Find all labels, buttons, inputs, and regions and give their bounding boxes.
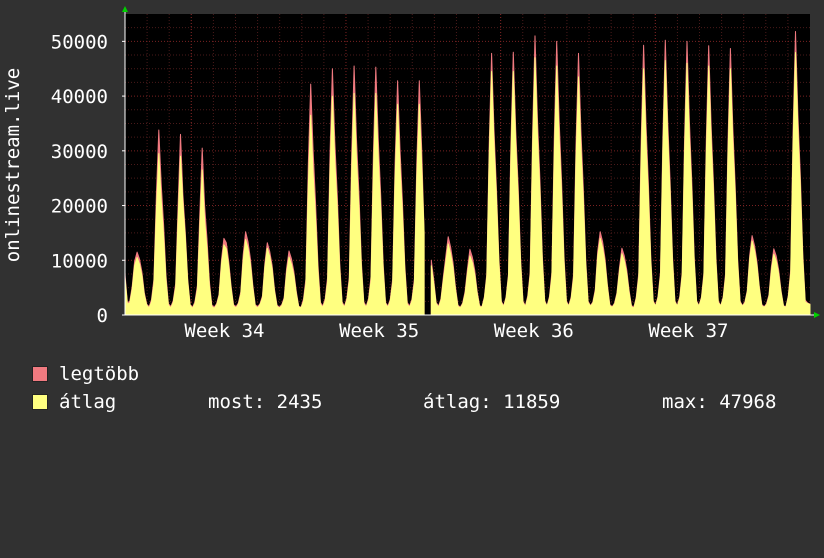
x-tick-labels: Week 34 Week 35 Week 36 Week 37 [184, 320, 728, 342]
x-tick-label: Week 34 [184, 320, 264, 342]
x-tick-label: Week 37 [648, 320, 728, 342]
y-tick-label: 10000 [51, 250, 108, 272]
y-tick-label: 50000 [51, 31, 108, 53]
y-axis-label: onlinestream.live [2, 68, 24, 262]
stat-now: most: 2435 [208, 391, 323, 413]
legend-swatch-max [32, 366, 48, 382]
x-axis-arrow [814, 312, 820, 318]
legend-label-avg: átlag [59, 391, 117, 413]
legend-item-max: legtöbb [32, 362, 192, 386]
x-tick-label: Week 35 [339, 320, 419, 342]
y-tick-label: 0 [97, 305, 108, 327]
legend-item-avg: átlag most: 2435 átlag: 11859 max: 47968 [32, 390, 802, 414]
stat-maximum: max: 47968 [662, 391, 777, 413]
y-tick-label: 30000 [51, 141, 108, 163]
y-tick-label: 20000 [51, 196, 108, 218]
x-tick-label: Week 36 [494, 320, 574, 342]
chart-image: 0 10000 20000 30000 40000 50000 Week 34 Week 3… [0, 0, 824, 430]
legend-label-max: legtöbb [59, 363, 140, 385]
y-tick-label: 40000 [51, 86, 108, 108]
legend-swatch-avg [32, 394, 48, 410]
stat-average: átlag: 11859 [423, 391, 561, 413]
y-axis-arrow [122, 6, 128, 12]
y-tick-labels: 0 10000 20000 30000 40000 50000 [51, 31, 108, 327]
